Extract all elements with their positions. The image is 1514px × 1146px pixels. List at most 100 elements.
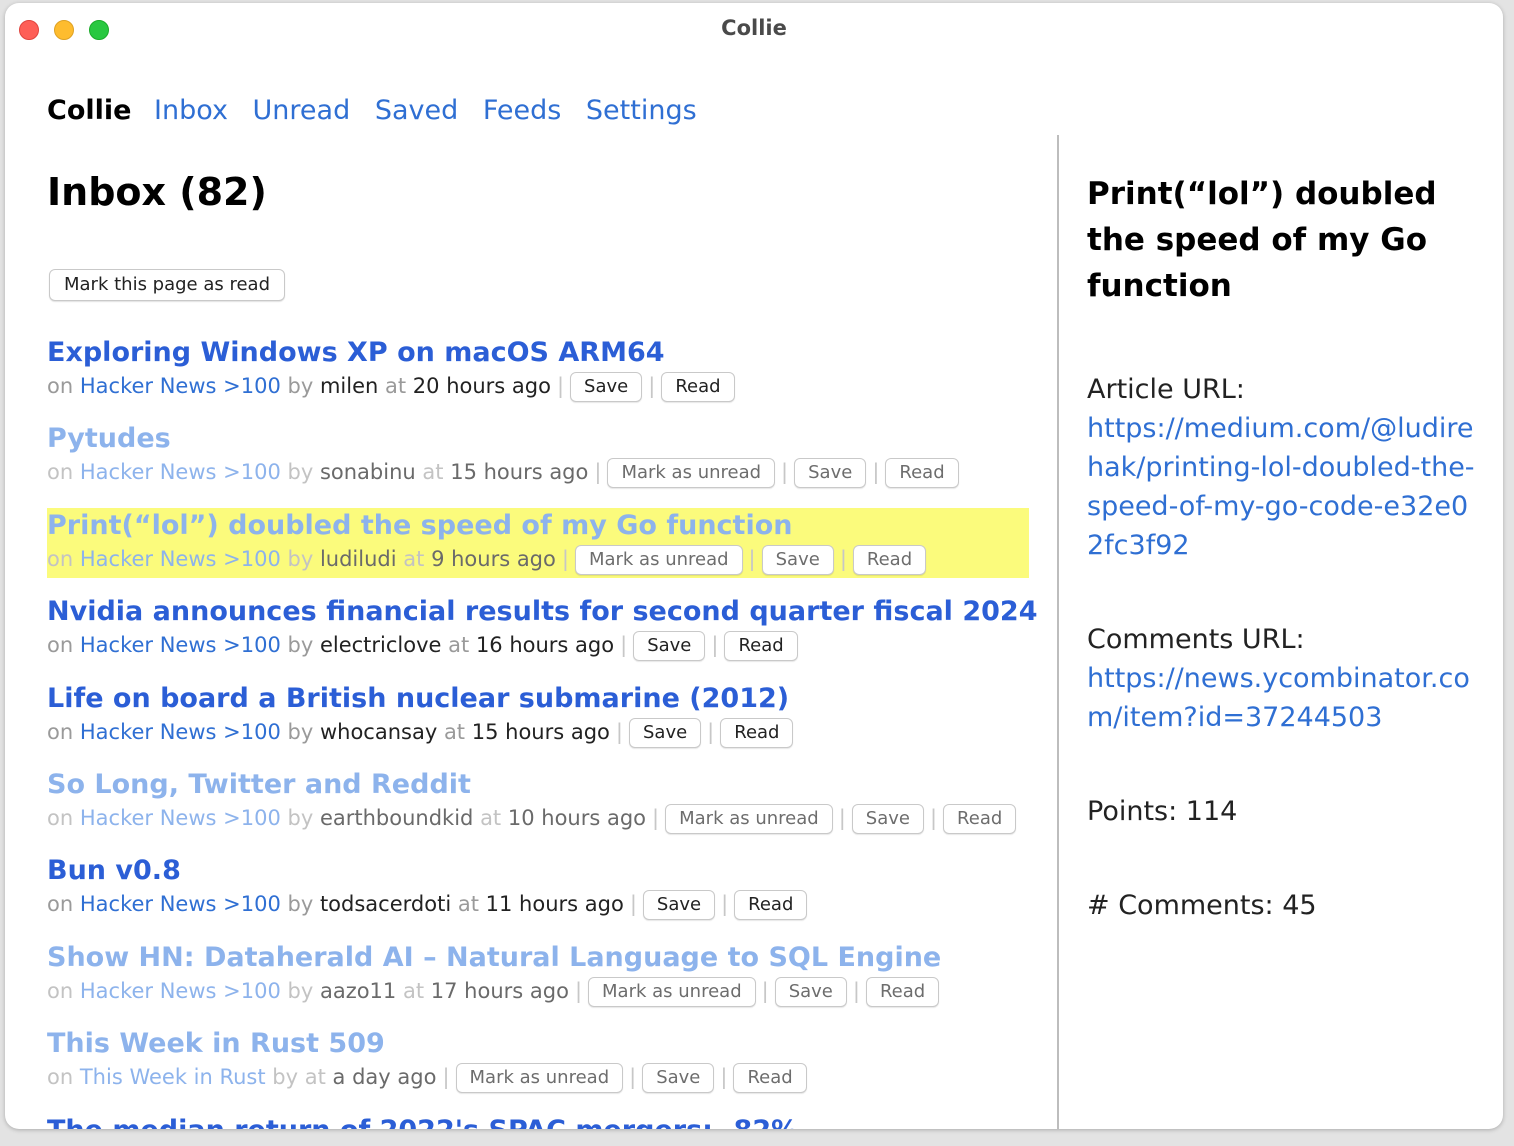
list-item[interactable]: The median return of 2022's SPAC mergers… [47,1114,1037,1129]
item-title-link[interactable]: Bun v0.8 [47,854,181,888]
meta-on-word: on [47,633,74,658]
meta-at-word: at [443,719,466,744]
item-title-link[interactable]: Nvidia announces financial results for s… [47,595,1037,629]
meta-on-word: on [47,374,74,398]
meta-on-word: on [47,1065,74,1090]
comments-url-label: Comments URL: [1087,624,1305,655]
list-item[interactable]: Pytudes on Hacker News >100 by sonabinu a… [47,422,1037,508]
item-timestamp: 11 hours ago [485,892,624,917]
meta-by-word: by [287,719,314,744]
comments-url-link[interactable]: https://news.ycombinator.com/item?id=372… [1087,659,1477,737]
save-button[interactable]: Save [628,717,702,748]
meta-at-word: at [304,1065,326,1090]
list-item[interactable]: Exploring Windows XP on macOS ARM64 on Ha… [47,336,1037,422]
save-button[interactable]: Save [642,1063,715,1094]
read-button[interactable]: Read [734,890,808,921]
feed-source-link[interactable]: Hacker News >100 [80,720,281,744]
list-item[interactable]: Bun v0.8 on Hacker News >100 by todsacerd… [47,854,1037,940]
list-item[interactable]: So Long, Twitter and Reddit on Hacker New… [47,768,1037,854]
author-name: electriclove [319,633,442,658]
read-button[interactable]: Read [661,372,735,402]
item-title-link[interactable]: Show HN: Dataherald AI – Natural Languag… [47,941,941,975]
action-separator: | [720,1065,728,1090]
nav-link-feeds[interactable]: Feeds [483,95,561,126]
nav-link-unread[interactable]: Unread [253,95,351,126]
read-button[interactable]: Read [720,717,794,748]
list-item[interactable]: Print(“lol”) doubled the speed of my Go … [47,507,1037,595]
item-meta: on Hacker News >100 by todsacerdoti at 1… [47,888,808,921]
feed-source-link[interactable]: Hacker News >100 [80,460,281,484]
nav-link-settings[interactable]: Settings [586,95,697,126]
author-name: milen [319,374,379,398]
item-title-link[interactable]: Print(“lol”) doubled the speed of my Go … [47,509,793,543]
detail-pane: Print(“lol”) doubled the speed of my Go … [1087,171,1477,925]
save-button[interactable]: Save [774,976,847,1007]
list-item[interactable]: Show HN: Dataherald AI – Natural Languag… [47,941,1037,1027]
read-button[interactable]: Read [943,803,1017,834]
read-button[interactable]: Read [852,544,927,575]
action-separator: | [781,460,789,485]
mark-as-unread-button[interactable]: Mark as unread [574,544,743,575]
page-title: Inbox (82) [47,170,267,214]
read-button[interactable]: Read [885,458,959,489]
feed-source-link[interactable]: Hacker News >100 [80,979,281,1003]
author-name: whocansay [319,719,438,744]
read-button[interactable]: Read [733,1063,807,1094]
comments-count-value: # Comments: 45 [1087,890,1317,921]
mark-as-unread-button[interactable]: Mark as unread [665,803,833,834]
save-button[interactable]: Save [642,890,716,921]
meta-by-word: by [287,374,314,398]
item-meta: on Hacker News >100 by sonabinu at 15 ho… [47,456,959,489]
mark-page-read-button[interactable]: Mark this page as read [49,269,286,301]
mark-as-unread-button[interactable]: Mark as unread [455,1063,624,1094]
save-button[interactable]: Save [570,372,643,402]
read-button[interactable]: Read [724,631,798,662]
item-title-link[interactable]: The median return of 2022's SPAC mergers… [47,1114,798,1129]
list-item[interactable]: This Week in Rust 509 on This Week in Rus… [47,1027,1037,1113]
list-item[interactable]: Nvidia announces financial results for s… [47,595,1037,681]
meta-on-word: on [47,805,74,830]
meta-at-word: at [385,374,407,398]
action-separator: | [648,374,656,398]
feed-source-link[interactable]: Hacker News >100 [80,374,281,398]
author-name: sonabinu [319,460,416,485]
item-title-link[interactable]: This Week in Rust 509 [47,1027,385,1061]
save-button[interactable]: Save [633,631,706,662]
item-title-link[interactable]: Pytudes [47,422,171,456]
read-button[interactable]: Read [865,976,940,1007]
item-title-link[interactable]: So Long, Twitter and Reddit [47,768,471,802]
meta-at-word: at [402,978,425,1003]
item-timestamp: 10 hours ago [507,805,647,830]
mark-as-unread-button[interactable]: Mark as unread [607,458,776,489]
feed-source-link[interactable]: Hacker News >100 [80,892,281,916]
feed-source-link[interactable]: Hacker News >100 [80,806,281,830]
item-list: Exploring Windows XP on macOS ARM64 on Ha… [47,336,1037,1129]
nav-link-saved[interactable]: Saved [375,95,458,126]
save-button[interactable]: Save [761,544,834,575]
item-title-link[interactable]: Life on board a British nuclear submarin… [47,682,789,716]
feed-source-link[interactable]: Hacker News >100 [80,547,281,571]
meta-at-word: at [448,633,470,658]
meta-on-word: on [47,892,74,917]
pane-divider[interactable] [1057,135,1059,1129]
action-separator: | [629,1065,637,1090]
save-button[interactable]: Save [851,803,924,834]
feed-source-link[interactable]: Hacker News >100 [80,633,281,657]
top-nav: Collie Inbox Unread Saved Feeds Settings [47,95,713,126]
action-separator: | [629,892,637,917]
author-name: aazo11 [319,978,397,1003]
article-url-label: Article URL: [1087,374,1245,405]
meta-by-word: by [272,1065,299,1090]
nav-link-inbox[interactable]: Inbox [154,95,228,126]
action-separator: | [574,978,583,1003]
brand-label: Collie [47,95,132,126]
meta-at-word: at [403,546,425,571]
item-title-link[interactable]: Exploring Windows XP on macOS ARM64 [47,336,665,370]
article-url-link[interactable]: https://medium.com/@ludirehak/printing-l… [1087,409,1477,565]
list-item[interactable]: Life on board a British nuclear submarin… [47,682,1037,768]
action-separator: | [615,719,623,744]
author-name: ludiludi [319,546,397,571]
save-button[interactable]: Save [794,458,867,489]
mark-as-unread-button[interactable]: Mark as unread [588,976,756,1007]
feed-source-link[interactable]: This Week in Rust [80,1065,266,1089]
